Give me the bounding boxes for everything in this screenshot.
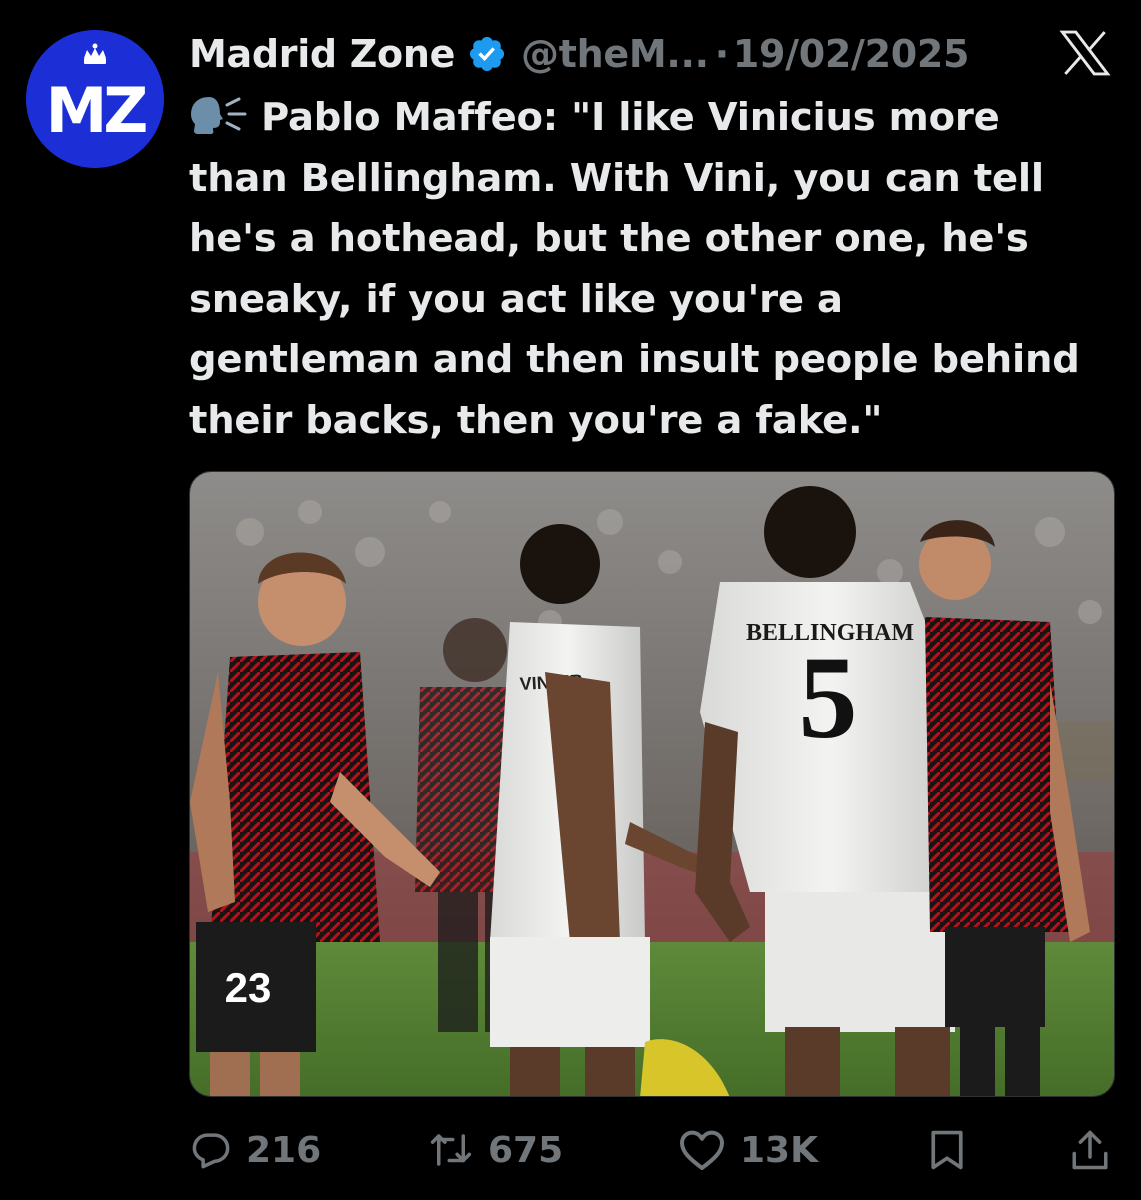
like-button[interactable]: 13K	[678, 1115, 818, 1185]
repost-button[interactable]: 675	[428, 1115, 563, 1185]
share-button[interactable]	[1069, 1115, 1111, 1185]
tweet-line-6: their backs, then you're a fake."	[189, 397, 883, 443]
bookmark-button[interactable]	[925, 1115, 969, 1185]
tweet-line-5: gentleman and then insult people behind	[189, 337, 1080, 382]
repost-icon	[430, 1134, 472, 1166]
bookmark-icon	[931, 1130, 963, 1170]
handle[interactable]: @theM...	[521, 32, 709, 76]
separator-dot: ·	[714, 32, 729, 76]
tweet-line-3: he's a hothead, but the other one, he's	[189, 216, 1029, 261]
heart-icon	[680, 1130, 724, 1170]
jersey-number: 5	[799, 632, 858, 763]
x-logo-icon[interactable]	[1059, 30, 1111, 76]
tweet-line-1-text: Pablo Maffeo: "I like Vinicius more	[261, 95, 1000, 140]
tweet-header: Madrid Zone @theM... · 19/02/2025	[189, 26, 970, 82]
avatar-text: MZ	[46, 74, 147, 147]
reply-button[interactable]: 216	[190, 1115, 321, 1185]
reply-icon	[192, 1133, 230, 1169]
avatar[interactable]: MZ	[26, 30, 164, 168]
tweet-text: Pablo Maffeo: "I like Vinicius more than…	[189, 88, 1119, 451]
share-icon	[1072, 1130, 1108, 1170]
action-bar: 216 675 13K	[0, 1115, 1141, 1185]
repost-count: 675	[488, 1129, 564, 1171]
shorts-number: 23	[225, 964, 272, 1011]
tweet-line-4: sneaky, if you act like you're a	[189, 276, 843, 322]
reply-count: 216	[246, 1129, 322, 1171]
tweet-photo[interactable]: 23 VINI JR BELLINGHAM 5	[189, 471, 1115, 1097]
speaking-head-icon	[191, 97, 247, 134]
madrid-zone-logo: MZ	[26, 30, 164, 168]
tweet-line-2: than Bellingham. With Vini, you can tell	[189, 155, 1044, 201]
display-name[interactable]: Madrid Zone	[189, 32, 455, 76]
football-photo: 23 VINI JR BELLINGHAM 5	[190, 472, 1114, 1096]
tweet-date[interactable]: 19/02/2025	[733, 32, 970, 76]
tweet-line-1: Pablo Maffeo: "I like Vinicius more	[189, 88, 1119, 149]
verified-badge-icon	[469, 36, 505, 72]
like-count: 13K	[740, 1129, 818, 1171]
